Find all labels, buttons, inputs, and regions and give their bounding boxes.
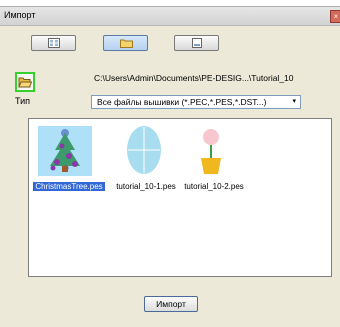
oval-thumbnail [127,126,161,174]
card-view-button[interactable] [174,35,219,51]
open-folder-icon [18,77,32,88]
file-name: tutorial_10-2.pes [184,182,244,191]
thumbnail-view-button[interactable] [31,35,76,51]
title-bar: Импорт × [0,7,340,26]
browse-folder-button[interactable] [15,72,35,92]
close-button[interactable]: × [330,10,340,23]
folder-path: C:\Users\Admin\Documents\PE-DESIG...\Tut… [94,73,294,83]
card-icon [192,38,202,48]
import-button[interactable]: Импорт [144,296,198,312]
flower-pot-thumbnail [201,129,221,174]
folder-view-button[interactable] [103,35,148,51]
folder-icon [120,39,133,48]
file-name: ChristmasTree.pes [33,182,105,191]
christmas-tree-thumbnail [38,126,92,176]
file-type-select[interactable]: Все файлы вышивки (*.PEC,*.PES,*.DST...)… [91,95,301,109]
thumbnail-view-icon [48,38,60,48]
file-type-label: Тип [15,96,31,106]
file-name: tutorial_10-1.pes [116,182,176,191]
dialog-title: Импорт [4,10,36,20]
file-type-value: Все файлы вышивки (*.PEC,*.PES,*.DST...) [97,97,267,107]
dropdown-arrow-icon[interactable]: ▾ [292,97,296,105]
file-list[interactable]: ChristmasTree.pes tutorial_10-1.pes tuto… [28,118,332,277]
